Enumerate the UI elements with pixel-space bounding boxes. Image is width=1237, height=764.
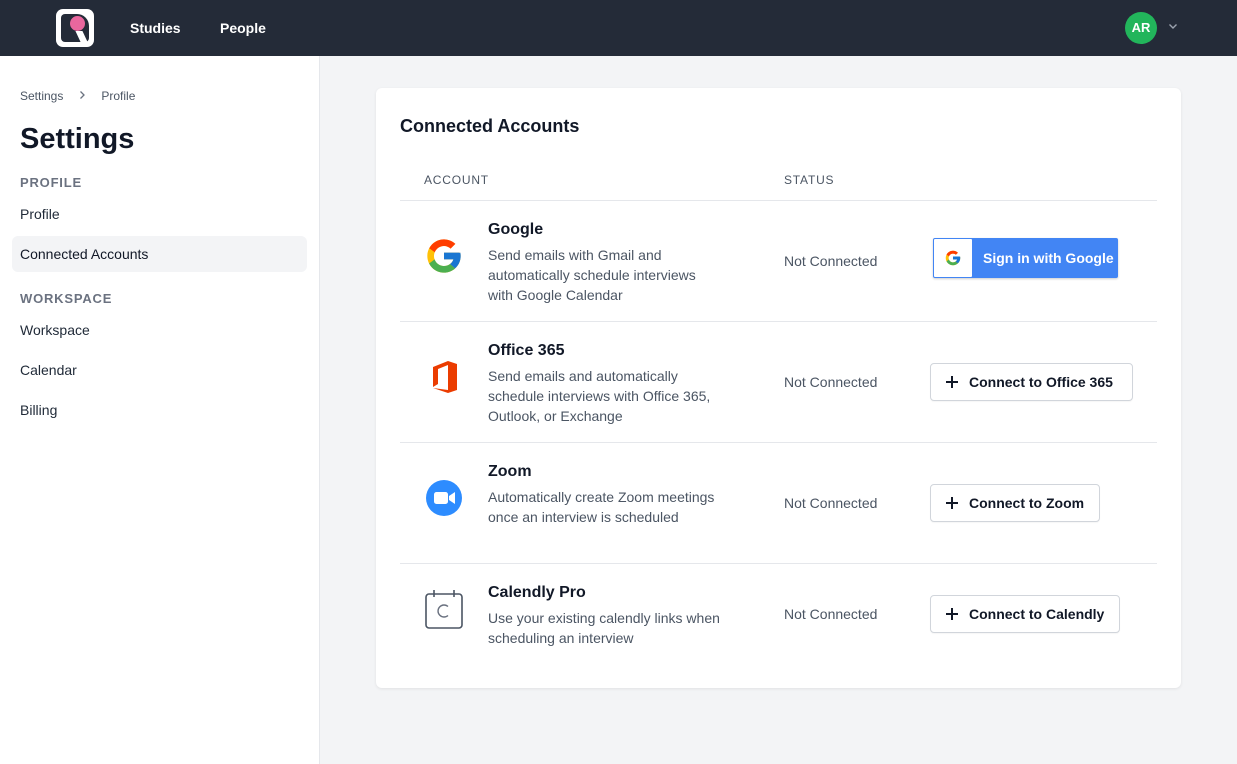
- row-divider: [400, 321, 1157, 322]
- calendly-icon: [425, 590, 463, 629]
- status-office-365: Not Connected: [784, 374, 878, 390]
- section-heading-workspace: WORKSPACE: [20, 291, 113, 306]
- breadcrumb-profile[interactable]: Profile: [101, 89, 135, 103]
- plus-icon: [946, 608, 958, 620]
- account-description-google: Send emails with Gmail and automatically…: [488, 247, 696, 303]
- account-name-zoom: Zoom: [488, 463, 532, 480]
- row-divider: [400, 563, 1157, 564]
- page-title: Settings: [20, 123, 135, 155]
- chevron-right-icon: [63, 89, 101, 103]
- sidebar-item-connected-accounts[interactable]: Connected Accounts: [12, 236, 307, 272]
- breadcrumb: Settings Profile: [20, 89, 135, 103]
- account-name-calendly: Calendly Pro: [488, 584, 586, 601]
- plus-icon: [946, 497, 958, 509]
- sidebar-item-profile[interactable]: Profile: [12, 196, 307, 232]
- status-calendly: Not Connected: [784, 606, 878, 622]
- sidebar-item-workspace[interactable]: Workspace: [12, 312, 307, 348]
- google-g-icon: [934, 239, 972, 277]
- account-name-office-365: Office 365: [488, 342, 565, 359]
- settings-sidebar: Settings Profile Settings PROFILE Profil…: [0, 56, 320, 764]
- user-avatar[interactable]: AR: [1125, 12, 1157, 44]
- account-name-google: Google: [488, 221, 544, 238]
- connect-calendly-label: Connect to Calendly: [969, 606, 1105, 622]
- chevron-down-icon[interactable]: [1168, 22, 1178, 30]
- sidebar-item-billing[interactable]: Billing: [12, 392, 307, 428]
- connect-office-365-button[interactable]: Connect to Office 365: [930, 363, 1133, 401]
- section-heading-profile: PROFILE: [20, 175, 82, 190]
- sidebar-item-calendar[interactable]: Calendar: [12, 352, 307, 388]
- connect-zoom-label: Connect to Zoom: [969, 495, 1085, 511]
- row-divider: [400, 442, 1157, 443]
- connect-office-365-label: Connect to Office 365: [969, 374, 1113, 390]
- account-description-office-365: Send emails and automatically schedule i…: [488, 368, 711, 424]
- top-navigation-bar: Studies People AR: [0, 0, 1237, 56]
- column-header-status: STATUS: [784, 173, 835, 187]
- sign-in-with-google-label: Sign in with Google: [983, 250, 1114, 266]
- logo-mark: [61, 14, 89, 42]
- plus-icon: [946, 376, 958, 388]
- app-logo[interactable]: [56, 9, 94, 47]
- column-header-account: ACCOUNT: [424, 173, 489, 187]
- status-zoom: Not Connected: [784, 495, 878, 511]
- nav-studies-link[interactable]: Studies: [130, 19, 181, 37]
- account-description-zoom: Automatically create Zoom meetings once …: [488, 489, 715, 525]
- zoom-icon: [426, 480, 462, 516]
- nav-people-link[interactable]: People: [220, 19, 266, 37]
- connect-calendly-button[interactable]: Connect to Calendly: [930, 595, 1120, 633]
- breadcrumb-settings[interactable]: Settings: [20, 89, 63, 103]
- sign-in-with-google-button[interactable]: Sign in with Google: [933, 238, 1118, 278]
- status-google: Not Connected: [784, 253, 878, 269]
- account-description-calendly: Use your existing calendly links when sc…: [488, 610, 720, 646]
- office-365-icon: [433, 361, 457, 393]
- connected-accounts-card: Connected Accounts ACCOUNT STATUS Google…: [376, 88, 1181, 688]
- connect-zoom-button[interactable]: Connect to Zoom: [930, 484, 1100, 522]
- table-divider: [400, 200, 1157, 201]
- logo-dot: [70, 16, 85, 31]
- card-title: Connected Accounts: [400, 116, 580, 136]
- google-icon: [427, 239, 461, 273]
- logo-leg: [75, 31, 88, 42]
